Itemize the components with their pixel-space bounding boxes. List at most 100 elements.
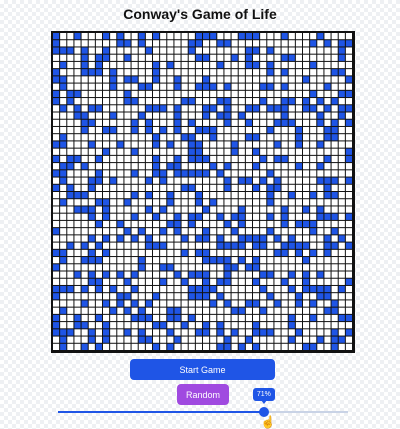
- cell-dead[interactable]: [224, 329, 231, 336]
- cell-dead[interactable]: [67, 264, 74, 271]
- cell-dead[interactable]: [145, 54, 152, 61]
- cell-dead[interactable]: [267, 249, 274, 257]
- cell-dead[interactable]: [181, 90, 188, 98]
- cell-dead[interactable]: [224, 90, 231, 98]
- cell-dead[interactable]: [188, 336, 195, 343]
- cell-alive[interactable]: [295, 126, 302, 134]
- cell-dead[interactable]: [117, 343, 124, 350]
- cell-dead[interactable]: [53, 271, 60, 278]
- cell-alive[interactable]: [238, 343, 245, 350]
- cell-dead[interactable]: [210, 76, 217, 83]
- cell-alive[interactable]: [288, 192, 295, 199]
- cell-dead[interactable]: [117, 61, 124, 69]
- cell-dead[interactable]: [324, 264, 331, 271]
- cell-dead[interactable]: [345, 249, 352, 257]
- cell-dead[interactable]: [138, 119, 145, 126]
- cell-dead[interactable]: [295, 271, 302, 278]
- cell-dead[interactable]: [167, 293, 174, 300]
- cell-dead[interactable]: [153, 184, 160, 191]
- cell-alive[interactable]: [324, 105, 331, 112]
- cell-alive[interactable]: [160, 170, 167, 177]
- cell-dead[interactable]: [110, 336, 117, 343]
- cell-alive[interactable]: [60, 249, 67, 257]
- cell-dead[interactable]: [103, 83, 110, 90]
- cell-dead[interactable]: [181, 155, 188, 163]
- cell-dead[interactable]: [217, 285, 224, 293]
- cell-dead[interactable]: [210, 47, 217, 54]
- cell-dead[interactable]: [153, 177, 160, 184]
- cell-dead[interactable]: [345, 134, 352, 141]
- cell-dead[interactable]: [60, 40, 67, 47]
- cell-alive[interactable]: [281, 249, 288, 257]
- cell-alive[interactable]: [267, 213, 274, 220]
- cell-dead[interactable]: [74, 119, 81, 126]
- cell-alive[interactable]: [224, 98, 231, 105]
- cell-dead[interactable]: [274, 206, 281, 213]
- cell-alive[interactable]: [267, 105, 274, 112]
- cell-dead[interactable]: [167, 148, 174, 155]
- cell-dead[interactable]: [274, 307, 281, 314]
- cell-alive[interactable]: [88, 141, 95, 148]
- cell-alive[interactable]: [167, 307, 174, 314]
- cell-dead[interactable]: [295, 285, 302, 293]
- cell-alive[interactable]: [245, 47, 252, 54]
- cell-alive[interactable]: [338, 54, 345, 61]
- cell-alive[interactable]: [138, 336, 145, 343]
- cell-dead[interactable]: [160, 119, 167, 126]
- cell-dead[interactable]: [195, 257, 202, 264]
- cell-dead[interactable]: [281, 322, 288, 329]
- cell-dead[interactable]: [345, 293, 352, 300]
- cell-dead[interactable]: [324, 336, 331, 343]
- cell-dead[interactable]: [160, 314, 167, 322]
- cell-dead[interactable]: [310, 126, 317, 134]
- cell-alive[interactable]: [95, 54, 102, 61]
- cell-dead[interactable]: [288, 163, 295, 170]
- cell-dead[interactable]: [124, 126, 131, 134]
- cell-alive[interactable]: [67, 163, 74, 170]
- cell-dead[interactable]: [224, 141, 231, 148]
- cell-alive[interactable]: [331, 228, 338, 235]
- cell-dead[interactable]: [238, 199, 245, 206]
- cell-dead[interactable]: [131, 155, 138, 163]
- cell-alive[interactable]: [60, 307, 67, 314]
- cell-dead[interactable]: [217, 83, 224, 90]
- cell-dead[interactable]: [145, 249, 152, 257]
- cell-dead[interactable]: [295, 213, 302, 220]
- cell-dead[interactable]: [345, 98, 352, 105]
- cell-dead[interactable]: [188, 235, 195, 242]
- cell-dead[interactable]: [310, 242, 317, 249]
- cell-dead[interactable]: [74, 213, 81, 220]
- cell-dead[interactable]: [174, 199, 181, 206]
- cell-dead[interactable]: [67, 134, 74, 141]
- cell-dead[interactable]: [160, 90, 167, 98]
- cell-alive[interactable]: [288, 271, 295, 278]
- cell-dead[interactable]: [103, 264, 110, 271]
- cell-dead[interactable]: [138, 300, 145, 307]
- cell-alive[interactable]: [203, 33, 210, 40]
- cell-dead[interactable]: [203, 61, 210, 69]
- cell-alive[interactable]: [203, 271, 210, 278]
- cell-alive[interactable]: [203, 293, 210, 300]
- cell-dead[interactable]: [274, 199, 281, 206]
- cell-dead[interactable]: [274, 278, 281, 285]
- cell-dead[interactable]: [145, 271, 152, 278]
- cell-dead[interactable]: [188, 76, 195, 83]
- cell-dead[interactable]: [210, 336, 217, 343]
- cell-dead[interactable]: [117, 184, 124, 191]
- cell-alive[interactable]: [281, 69, 288, 76]
- cell-alive[interactable]: [203, 83, 210, 90]
- cell-dead[interactable]: [181, 329, 188, 336]
- cell-dead[interactable]: [153, 148, 160, 155]
- cell-alive[interactable]: [331, 343, 338, 350]
- cell-alive[interactable]: [238, 206, 245, 213]
- cell-dead[interactable]: [60, 184, 67, 191]
- cell-dead[interactable]: [245, 141, 252, 148]
- cell-dead[interactable]: [274, 134, 281, 141]
- cell-dead[interactable]: [117, 134, 124, 141]
- cell-dead[interactable]: [260, 264, 267, 271]
- cell-dead[interactable]: [131, 343, 138, 350]
- cell-dead[interactable]: [174, 148, 181, 155]
- cell-dead[interactable]: [310, 54, 317, 61]
- cell-dead[interactable]: [231, 170, 238, 177]
- cell-dead[interactable]: [217, 148, 224, 155]
